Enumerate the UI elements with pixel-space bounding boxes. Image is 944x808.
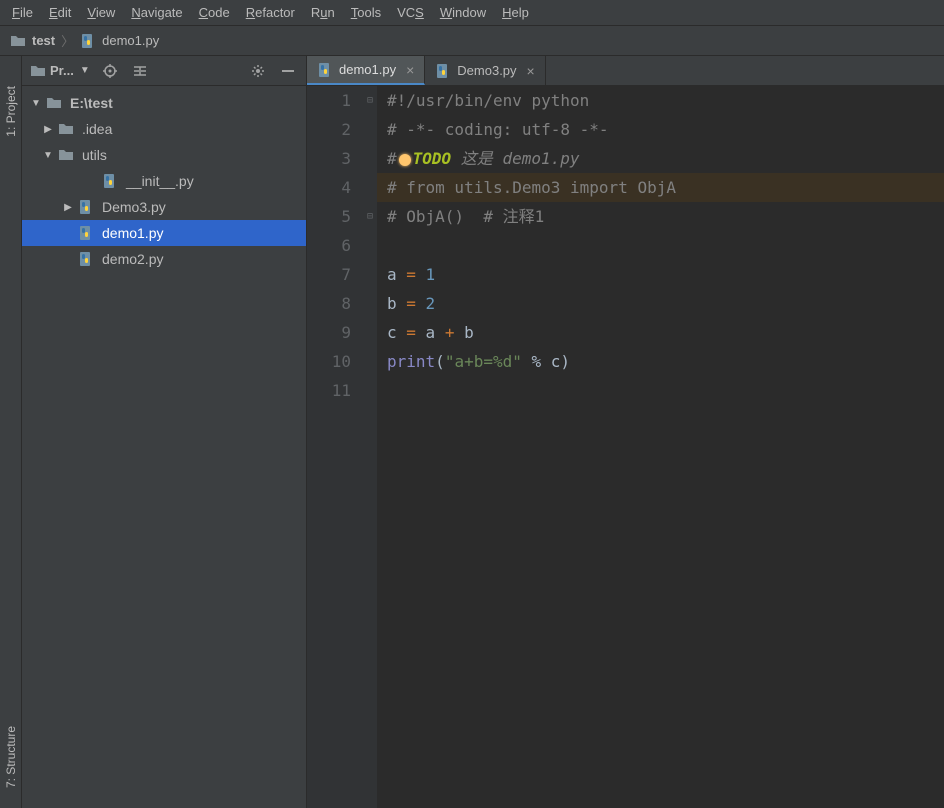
code-line: # -*- coding: utf-8 -*-: [387, 120, 609, 139]
code-line: # from utils.Demo3 import ObjA: [387, 178, 676, 197]
line-number-gutter: 1 2 3 4 5 6 7 8 9 10 11: [307, 86, 363, 808]
tab-demo3[interactable]: Demo3.py ×: [425, 56, 545, 85]
python-file-icon: [80, 33, 96, 49]
menu-bar: File Edit View Navigate Code Refactor Ru…: [0, 0, 944, 26]
breadcrumb-root-label: test: [32, 33, 55, 48]
python-file-icon: [78, 251, 94, 267]
folder-icon: [58, 147, 74, 163]
python-file-icon: [317, 62, 333, 78]
tab-demo1[interactable]: demo1.py ×: [307, 56, 425, 85]
python-file-icon: [78, 199, 94, 215]
folder-icon: [58, 121, 74, 137]
menu-view[interactable]: View: [81, 3, 121, 22]
tree-root[interactable]: ▼ E:\test: [22, 90, 306, 116]
gear-icon[interactable]: [248, 61, 268, 81]
tree-item-label: demo2.py: [102, 251, 163, 267]
menu-help[interactable]: Help: [496, 3, 535, 22]
side-tab-project[interactable]: 1: Project: [4, 86, 18, 137]
menu-edit[interactable]: Edit: [43, 3, 77, 22]
intention-bulb-icon[interactable]: [399, 154, 411, 166]
tab-label: Demo3.py: [457, 63, 516, 78]
tree-item-idea[interactable]: ▶ .idea: [22, 116, 306, 142]
project-panel-title[interactable]: Pr...▼: [30, 63, 90, 79]
tree-item-demo2[interactable]: demo2.py: [22, 246, 306, 272]
code-line: # ObjA() # 注释1: [387, 207, 544, 226]
tab-label: demo1.py: [339, 62, 396, 77]
folder-icon: [30, 63, 46, 79]
menu-refactor[interactable]: Refactor: [240, 3, 301, 22]
side-tab-structure[interactable]: 7: Structure: [4, 726, 18, 788]
folder-icon: [10, 33, 26, 49]
tree-item-label: .idea: [82, 121, 112, 137]
tree-item-label: demo1.py: [102, 225, 163, 241]
locate-icon[interactable]: [100, 61, 120, 81]
close-icon[interactable]: ×: [527, 63, 535, 79]
breadcrumb: test 〉 demo1.py: [0, 26, 944, 56]
code-area[interactable]: #!/usr/bin/env python # -*- coding: utf-…: [377, 86, 944, 808]
editor-body[interactable]: 1 2 3 4 5 6 7 8 9 10 11 ⊟ ⊟ #!/usr/bin/e…: [307, 86, 944, 808]
folder-icon: [46, 95, 62, 111]
project-tree[interactable]: ▼ E:\test ▶ .idea ▼ utils __init__.py ▶: [22, 86, 306, 276]
menu-file[interactable]: File: [6, 3, 39, 22]
menu-vcs[interactable]: VCS: [391, 3, 430, 22]
breadcrumb-root[interactable]: test: [10, 33, 55, 49]
python-file-icon: [435, 63, 451, 79]
python-file-icon: [102, 173, 118, 189]
tree-item-label: __init__.py: [126, 173, 194, 189]
expand-toggle-icon[interactable]: ▼: [30, 98, 42, 109]
expand-all-icon[interactable]: [130, 61, 150, 81]
tree-item-utils[interactable]: ▼ utils: [22, 142, 306, 168]
code-line: #!/usr/bin/env python: [387, 91, 589, 110]
tree-item-demo1[interactable]: demo1.py: [22, 220, 306, 246]
tree-item-init[interactable]: __init__.py: [22, 168, 306, 194]
breadcrumb-file-label: demo1.py: [102, 33, 159, 48]
hide-icon[interactable]: [278, 61, 298, 81]
tree-root-label: E:\test: [70, 95, 113, 111]
editor-tabs: demo1.py × Demo3.py ×: [307, 56, 944, 86]
expand-toggle-icon[interactable]: ▶: [62, 202, 74, 213]
expand-toggle-icon[interactable]: ▶: [42, 124, 54, 135]
tree-item-label: utils: [82, 147, 107, 163]
code-line: [377, 231, 944, 260]
menu-code[interactable]: Code: [193, 3, 236, 22]
fold-gutter[interactable]: ⊟ ⊟: [363, 86, 377, 808]
dropdown-icon: ▼: [80, 65, 90, 76]
chevron-right-icon: 〉: [61, 31, 74, 50]
expand-toggle-icon[interactable]: ▼: [42, 150, 54, 161]
tree-item-label: Demo3.py: [102, 199, 166, 215]
left-tool-strip: 1: Project 7: Structure: [0, 56, 22, 808]
python-file-icon: [78, 225, 94, 241]
code-line: [377, 376, 944, 405]
menu-tools[interactable]: Tools: [345, 3, 387, 22]
project-tool-window: Pr...▼ ▼ E:\test ▶ .idea ▼ utils: [22, 56, 307, 808]
menu-window[interactable]: Window: [434, 3, 492, 22]
breadcrumb-file[interactable]: demo1.py: [80, 33, 159, 49]
menu-navigate[interactable]: Navigate: [125, 3, 188, 22]
project-panel-header: Pr...▼: [22, 56, 306, 86]
editor-area: demo1.py × Demo3.py × 1 2 3 4 5 6 7 8 9 …: [307, 56, 944, 808]
tree-item-demo3[interactable]: ▶ Demo3.py: [22, 194, 306, 220]
close-icon[interactable]: ×: [406, 62, 414, 78]
menu-run[interactable]: Run: [305, 3, 341, 22]
